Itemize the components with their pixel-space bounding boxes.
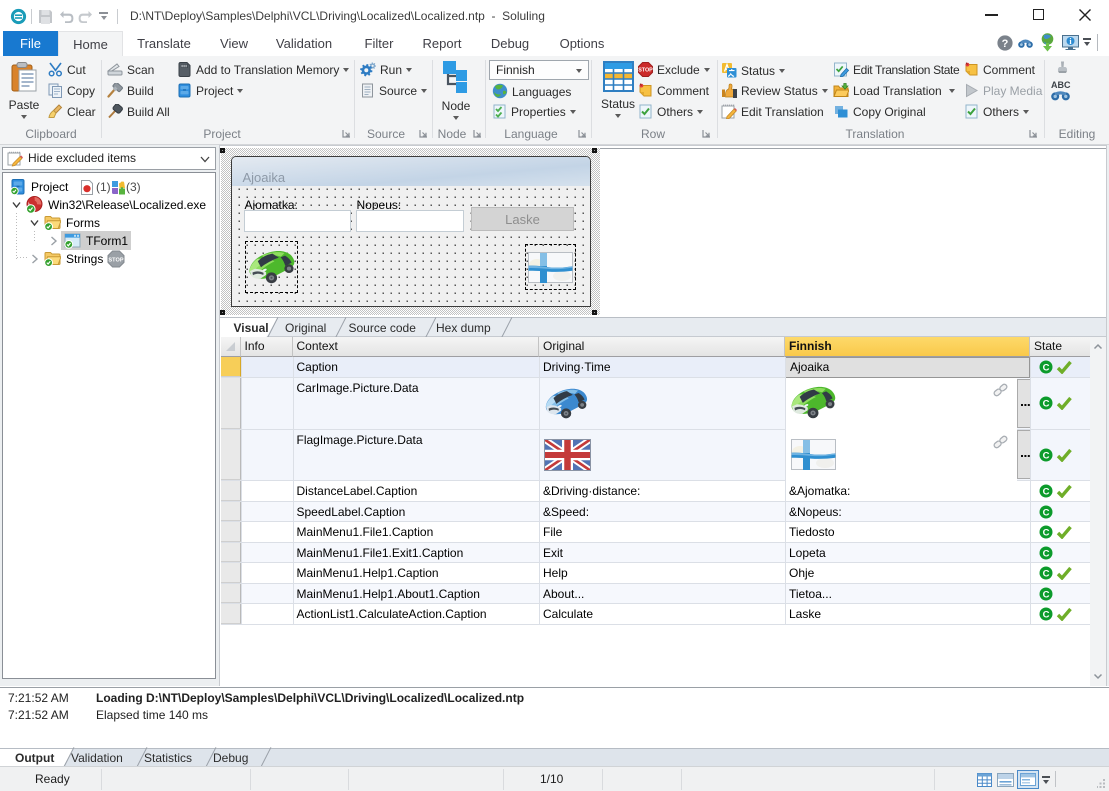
svg-text:STOP: STOP (108, 257, 123, 263)
svg-text:?: ? (1002, 38, 1009, 50)
svg-text:STOP: STOP (638, 68, 653, 74)
